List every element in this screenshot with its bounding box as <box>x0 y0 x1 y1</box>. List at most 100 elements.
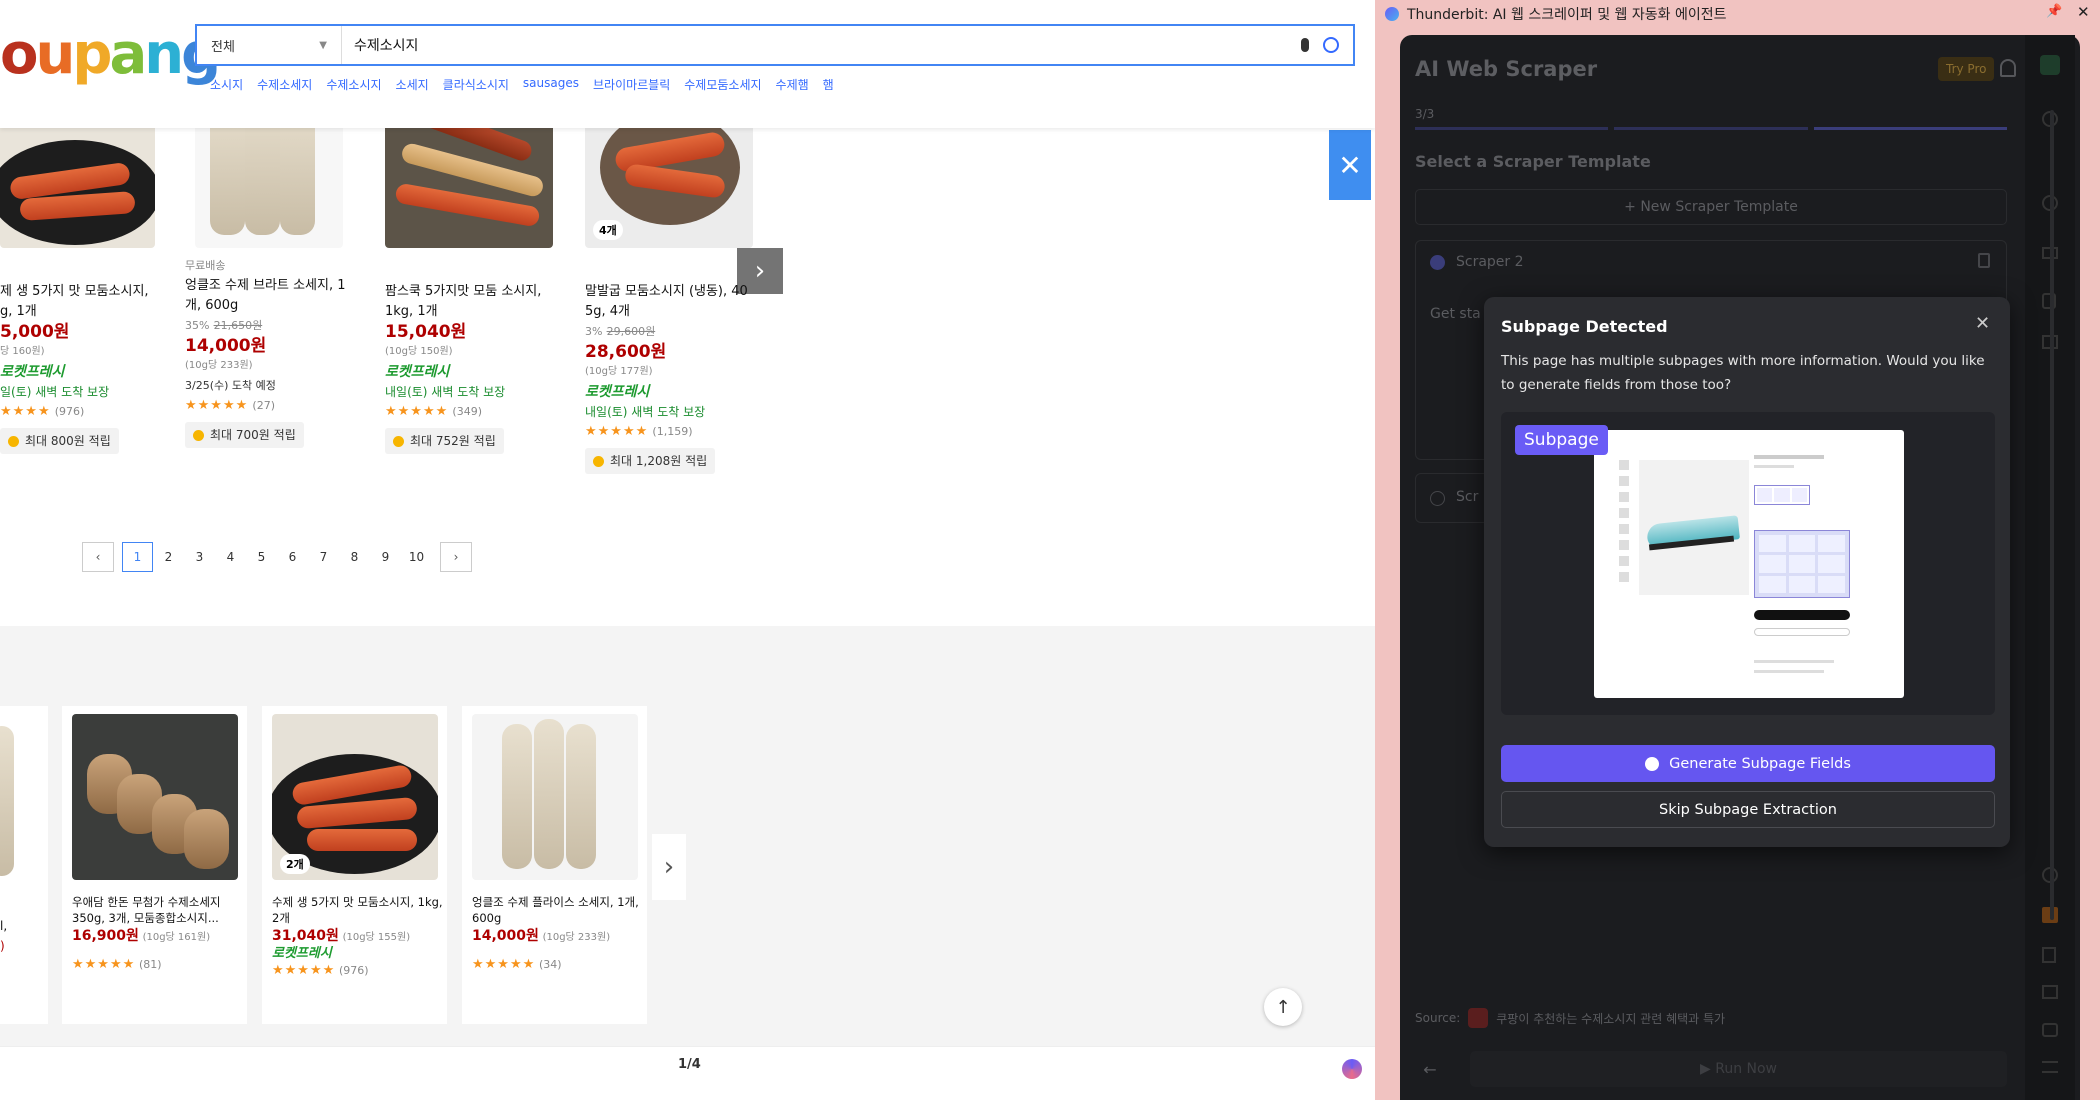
rec-next-button[interactable]: › <box>652 834 686 900</box>
page-2[interactable]: 2 <box>153 542 184 572</box>
bell-icon[interactable] <box>2000 59 2016 77</box>
search-bar: 전체 ▼ 수제소시지 <box>195 24 1355 66</box>
unit-price: 당 160원) <box>0 346 45 357</box>
keyword-link[interactable]: 수제소세지 <box>257 76 312 93</box>
run-now-button[interactable]: ▶ Run Now <box>1470 1051 2007 1087</box>
star-rating: ★★★★★ <box>472 957 536 972</box>
coupang-logo[interactable]: oupang <box>0 22 221 87</box>
search-icon[interactable] <box>1323 37 1339 53</box>
page-9[interactable]: 9 <box>370 542 401 572</box>
rec-unit: (10g당 161원) <box>142 932 211 943</box>
unit-price: (10g당 177원) <box>585 366 653 377</box>
star-rating: ★★★★ <box>0 404 51 419</box>
message-icon[interactable] <box>2042 1023 2058 1037</box>
count-badge: 2개 <box>280 854 310 874</box>
arrow-up-icon: ↑ <box>1275 996 1291 1018</box>
keyword-link[interactable]: sausages <box>523 76 579 93</box>
doc-icon[interactable] <box>2042 947 2056 963</box>
pin-icon[interactable]: 📌 <box>2046 4 2062 19</box>
progress-bar <box>1415 127 2007 130</box>
generate-label: Generate Subpage Fields <box>1669 755 1851 772</box>
keyword-link[interactable]: 클라식소시지 <box>443 76 509 93</box>
product-title-line2: 5g, 4개 <box>585 304 631 319</box>
keyword-link[interactable]: 햄 <box>823 76 834 93</box>
keyword-link[interactable]: 수제햄 <box>776 76 809 93</box>
keyword-link[interactable]: 수제소시지 <box>326 76 381 93</box>
page-3[interactable]: 3 <box>184 542 215 572</box>
keyword-link[interactable]: 수제모둠소세지 <box>684 76 761 93</box>
product-title[interactable]: 팜스쿡 5가지맛 모둠 소시지, <box>385 282 570 302</box>
keyword-link[interactable]: 소시지 <box>210 76 243 93</box>
scraper-tool-icon[interactable] <box>2040 55 2060 75</box>
review-count: (976) <box>338 964 369 977</box>
coupang-page: 4개 › ✕ 제 생 5가지 맛 모둠소시지, g, 1개 5,000원 당 1… <box>0 0 1375 1100</box>
rocket-fresh-label: 로켓프레시 <box>0 364 65 380</box>
close-button[interactable]: ✕ <box>1329 130 1371 200</box>
radio-selected[interactable] <box>1430 255 1445 270</box>
page-8[interactable]: 8 <box>339 542 370 572</box>
rec-title: 우애담 한돈 무첨가 수제소세지 <box>72 895 221 909</box>
thunderbit-icon <box>1385 7 1399 21</box>
coin-icon <box>593 455 604 467</box>
points-text: 최대 1,208원 적립 <box>610 454 708 468</box>
rec-card-3[interactable]: 엉클조 수제 플라이스 소세지, 1개, 600g 14,000원 (10g당 … <box>462 706 647 1024</box>
generate-subpage-fields-button[interactable]: Generate Subpage Fields <box>1501 745 1995 782</box>
rec-card-0[interactable]: l,) <box>0 706 48 1024</box>
dialog-close-icon[interactable]: ✕ <box>1975 313 1990 334</box>
source-label: Source: <box>1415 1011 1461 1025</box>
discount-rate: 3% <box>585 325 603 338</box>
next-page-button[interactable]: › <box>440 542 472 572</box>
related-keywords: 소시지 수제소세지 수제소시지 소세지 클라식소시지 sausages 브라이마… <box>210 76 834 93</box>
prev-page-button[interactable]: ‹ <box>82 542 114 572</box>
product-title-line2: 개, 600g <box>185 298 239 313</box>
unit-price: (10g당 233원) <box>185 360 253 371</box>
trash-icon[interactable] <box>1978 253 1990 268</box>
rec-card-1[interactable]: 우애담 한돈 무첨가 수제소세지 350g, 3개, 모둠종합소시지... 16… <box>62 706 247 1024</box>
page-5[interactable]: 5 <box>246 542 277 572</box>
original-price: 21,650원 <box>213 319 263 332</box>
radio-unselected[interactable] <box>1430 491 1445 506</box>
page-10[interactable]: 10 <box>401 542 432 572</box>
product-title[interactable]: 제 생 5가지 맛 모둠소시지, <box>0 282 180 302</box>
page-1[interactable]: 1 <box>122 542 153 572</box>
page-6[interactable]: 6 <box>277 542 308 572</box>
rec-card-2[interactable]: 2개 수제 생 5가지 맛 모둠소시지, 1kg, 2개 31,040원 (10… <box>262 706 447 1024</box>
try-pro-button[interactable]: Try Pro <box>1938 57 1995 81</box>
panel-scrollbar[interactable] <box>2050 110 2054 920</box>
review-count: (34) <box>538 958 562 971</box>
rocket-fresh-label: 로켓프레시 <box>385 364 450 380</box>
star-rating: ★★★★★ <box>185 398 249 413</box>
window-title: Thunderbit: AI 웹 스크레이퍼 및 웹 자동화 에이전트 <box>1407 7 1727 23</box>
keyword-link[interactable]: 소세지 <box>396 76 429 93</box>
page-indicator: 1/4 <box>678 1057 701 1072</box>
star-rating: ★★★★★ <box>585 424 649 439</box>
scroll-top-button[interactable]: ↑ <box>1264 988 1302 1026</box>
product-title[interactable]: 엉클조 수제 브라트 소세지, 1 <box>185 276 370 296</box>
dialog-title: Subpage Detected <box>1501 317 1668 336</box>
add-icon[interactable] <box>2042 985 2058 999</box>
keyword-link[interactable]: 브라이마르블릭 <box>593 76 670 93</box>
skip-subpage-extraction-button[interactable]: Skip Subpage Extraction <box>1501 791 1995 828</box>
page-4[interactable]: 4 <box>215 542 246 572</box>
rec-title: 수제 생 5가지 맛 모둠소시지, 1kg, <box>272 895 443 909</box>
free-shipping-label: 무료배송 <box>185 259 226 272</box>
back-button[interactable]: ← <box>1415 1051 1445 1087</box>
close-window-icon[interactable]: ✕ <box>2077 3 2090 21</box>
microphone-icon[interactable] <box>1301 38 1309 52</box>
extension-launcher-icon[interactable] <box>1342 1059 1362 1079</box>
subpage-tag: Subpage <box>1515 425 1608 455</box>
new-template-button[interactable]: + New Scraper Template <box>1415 189 2007 225</box>
points-badge: 최대 800원 적립 <box>0 428 119 454</box>
category-select[interactable]: 전체 ▼ <box>197 26 342 64</box>
chevron-right-icon: › <box>663 852 675 882</box>
coin-icon <box>393 435 404 447</box>
product-info-3: 팜스쿡 5가지맛 모둠 소시지, 1kg, 1개 15,040원 (10g당 1… <box>385 282 570 454</box>
menu-icon[interactable] <box>2042 1061 2058 1073</box>
dropdown-caret-icon: ▼ <box>319 39 327 51</box>
rec-title-line2: 600g <box>472 911 502 925</box>
product-title[interactable]: 말발굽 모둠소시지 (냉동), 40 <box>585 282 780 302</box>
pagination: ‹ 1 2 3 4 5 6 7 8 9 10 › <box>82 542 472 572</box>
rec-price: 31,040원 <box>272 928 339 944</box>
page-7[interactable]: 7 <box>308 542 339 572</box>
search-input[interactable]: 수제소시지 <box>342 35 1301 55</box>
